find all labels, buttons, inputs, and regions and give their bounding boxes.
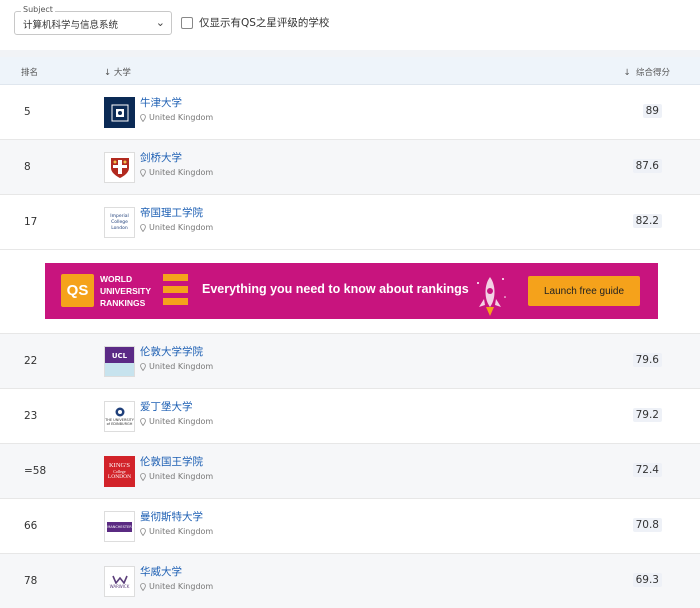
chevron-down-icon: ⌄ — [155, 16, 165, 29]
kings-logo-text: LONDON — [107, 474, 132, 480]
edinburgh-logo-text: THE UNIVERSITY of EDINBURGH — [105, 418, 134, 426]
table-header: 排名 ↓ 大学 ↓ 综合得分 — [0, 57, 700, 85]
wur-line: RANKINGS — [100, 298, 146, 308]
country-label: United Kingdom — [149, 527, 214, 536]
qs-stars-label: 仅显示有QS之星评级的学校 — [199, 17, 330, 29]
country: United Kingdom — [140, 472, 213, 481]
table-row[interactable]: 66 MANCHESTER 曼彻斯特大学 United Kingdom 70.8 — [0, 499, 700, 554]
table-row[interactable]: 17 Imperial College London 帝国理工学院 United… — [0, 195, 700, 250]
warwick-logo-text: WARWICK — [109, 583, 130, 589]
overall-score: 82.2 — [632, 214, 662, 228]
table-row[interactable]: 5 牛津大学 United Kingdom 89 — [0, 85, 700, 140]
country-label: United Kingdom — [149, 417, 214, 426]
country: United Kingdom — [140, 113, 213, 122]
rank: =58 — [24, 465, 47, 477]
country: United Kingdom — [140, 223, 213, 232]
overall-score: 87.6 — [632, 159, 662, 173]
overall-score: 70.8 — [632, 518, 662, 532]
location-pin-icon — [140, 168, 146, 177]
column-header-rank[interactable]: 排名 — [21, 66, 38, 78]
university-name-link[interactable]: 华威大学 — [140, 564, 182, 579]
university-name-link[interactable]: 帝国理工学院 — [140, 205, 203, 220]
imperial-logo-text: Imperial College London — [110, 213, 129, 231]
country-label: United Kingdom — [149, 113, 214, 122]
ucl-logo-text: UCL — [111, 352, 128, 360]
wur-line: UNIVERSITY — [100, 286, 152, 296]
location-pin-icon — [140, 362, 146, 371]
qs-rankings-banner[interactable]: QS WORLD UNIVERSITY RANKINGS Everything … — [45, 263, 658, 319]
overall-score: 72.4 — [632, 463, 662, 477]
university-name-link[interactable]: 牛津大学 — [140, 95, 182, 110]
kings-logo-text: KING'S — [108, 462, 131, 469]
table-row[interactable]: =58 KING'S College LONDON 伦敦国王学院 United … — [0, 444, 700, 499]
wur-bars-decoration — [163, 274, 188, 310]
column-header-score-label: 综合得分 — [635, 68, 670, 78]
location-pin-icon — [140, 223, 146, 232]
warwick-logo: WARWICK — [104, 566, 135, 597]
manchester-logo-text: MANCHESTER — [107, 524, 132, 529]
location-pin-icon — [140, 417, 146, 426]
launch-free-guide-button[interactable]: Launch free guide — [528, 276, 640, 306]
separator-band — [0, 50, 700, 57]
wur-line: WORLD — [100, 274, 133, 284]
manchester-logo: MANCHESTER — [104, 511, 135, 542]
table-row[interactable]: 8 剑桥大学 United Kingdom 87.6 — [0, 140, 700, 195]
overall-score: 79.6 — [632, 353, 662, 367]
edinburgh-logo: THE UNIVERSITY of EDINBURGH — [104, 401, 135, 432]
country: United Kingdom — [140, 362, 213, 371]
country: United Kingdom — [140, 168, 213, 177]
qs-stars-checkbox[interactable] — [181, 16, 193, 29]
rank: 22 — [24, 355, 38, 367]
country-label: United Kingdom — [149, 168, 214, 177]
oxford-logo — [104, 97, 135, 128]
country-label: United Kingdom — [149, 223, 214, 232]
qs-logo: QS — [61, 274, 94, 307]
column-header-university[interactable]: ↓ 大学 — [104, 66, 131, 78]
university-name-link[interactable]: 爱丁堡大学 — [140, 399, 193, 414]
location-pin-icon — [140, 582, 146, 591]
location-pin-icon — [140, 527, 146, 536]
country-label: United Kingdom — [149, 472, 214, 481]
country: United Kingdom — [140, 417, 213, 426]
country-label: United Kingdom — [149, 362, 214, 371]
university-name-link[interactable]: 剑桥大学 — [140, 150, 182, 165]
ucl-logo: UCL — [104, 346, 135, 377]
arrow-down-icon: ↓ — [104, 68, 112, 78]
qs-stars-filter[interactable]: 仅显示有QS之星评级的学校 — [181, 15, 329, 30]
subject-value: 计算机科学与信息系统 — [23, 20, 119, 31]
kings-logo: KING'S College LONDON — [104, 456, 135, 487]
column-header-university-label: 大学 — [113, 68, 131, 78]
country: United Kingdom — [140, 582, 213, 591]
rank: 23 — [24, 410, 38, 422]
rank: 8 — [24, 161, 31, 173]
rocket-icon — [477, 277, 506, 316]
subject-legend: Subject — [21, 5, 55, 15]
wur-wordmark: WORLD UNIVERSITY RANKINGS — [100, 273, 151, 309]
rank: 66 — [24, 520, 38, 532]
ad-banner-row: QS WORLD UNIVERSITY RANKINGS Everything … — [0, 250, 700, 334]
table-row[interactable]: 23 THE UNIVERSITY of EDINBURGH 爱丁堡大学 Uni… — [0, 389, 700, 444]
university-name-link[interactable]: 伦敦大学学院 — [140, 344, 203, 359]
university-name-link[interactable]: 曼彻斯特大学 — [140, 509, 203, 524]
overall-score: 79.2 — [632, 408, 662, 422]
filter-bar: Subject 计算机科学与信息系统 ⌄ 仅显示有QS之星评级的学校 — [0, 0, 700, 50]
arrow-down-icon: ↓ — [623, 68, 631, 78]
country: United Kingdom — [140, 527, 213, 536]
country-label: United Kingdom — [149, 582, 214, 591]
column-header-score[interactable]: ↓ 综合得分 — [623, 66, 670, 78]
location-pin-icon — [140, 472, 146, 481]
location-pin-icon — [140, 113, 146, 122]
rank: 5 — [24, 106, 31, 118]
imperial-logo: Imperial College London — [104, 207, 135, 238]
overall-score: 89 — [642, 104, 662, 118]
university-name-link[interactable]: 伦敦国王学院 — [140, 454, 203, 469]
rank: 17 — [24, 216, 38, 228]
table-row[interactable]: 22 UCL 伦敦大学学院 United Kingdom 79.6 — [0, 334, 700, 389]
overall-score: 69.3 — [632, 573, 662, 587]
subject-select[interactable]: Subject 计算机科学与信息系统 ⌄ — [14, 5, 172, 35]
table-row[interactable]: 78 WARWICK 华威大学 United Kingdom 69.3 — [0, 554, 700, 608]
rank: 78 — [24, 575, 38, 587]
cambridge-logo — [104, 152, 135, 183]
banner-tagline: Everything you need to know about rankin… — [202, 282, 469, 296]
